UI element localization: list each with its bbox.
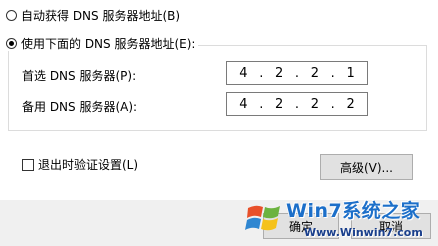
alternate-dns-octet-1: 4 bbox=[239, 96, 248, 112]
preferred-dns-input[interactable]: 4 . 2 . 2 . 1 bbox=[226, 61, 368, 85]
alternate-dns-octet-3: 2 bbox=[310, 96, 319, 112]
cancel-button[interactable]: 取消 bbox=[351, 213, 431, 239]
auto-dns-label: 自动获得 DNS 服务器地址(B) bbox=[21, 8, 181, 23]
preferred-dns-label: 首选 DNS 服务器(P): bbox=[22, 69, 137, 83]
octet-separator: . bbox=[259, 65, 264, 81]
alternate-dns-label: 备用 DNS 服务器(A): bbox=[22, 100, 138, 114]
auto-dns-radio[interactable] bbox=[6, 9, 17, 21]
ok-button[interactable]: 确定 bbox=[263, 213, 339, 239]
advanced-button[interactable]: 高级(V)... bbox=[320, 154, 413, 180]
validate-on-exit-option[interactable]: 退出时验证设置(L) bbox=[22, 156, 138, 173]
octet-separator: . bbox=[294, 96, 300, 112]
alternate-dns-octet-2: 2 bbox=[274, 96, 284, 112]
validate-on-exit-checkbox[interactable] bbox=[22, 158, 34, 171]
preferred-dns-octet-3: 2 bbox=[310, 65, 319, 81]
preferred-dns-octet-1: 4 bbox=[239, 65, 248, 81]
manual-dns-group bbox=[8, 45, 427, 131]
manual-dns-label: 使用下面的 DNS 服务器地址(E): bbox=[21, 36, 196, 51]
alternate-dns-octet-4: 2 bbox=[346, 96, 355, 112]
octet-separator: . bbox=[294, 65, 300, 81]
manual-dns-option[interactable]: 使用下面的 DNS 服务器地址(E): bbox=[6, 35, 199, 51]
auto-dns-option[interactable]: 自动获得 DNS 服务器地址(B) bbox=[6, 7, 180, 23]
octet-separator: . bbox=[330, 96, 335, 112]
preferred-dns-octet-4: 1 bbox=[346, 65, 355, 81]
octet-separator: . bbox=[259, 96, 264, 112]
alternate-dns-input[interactable]: 4 . 2 . 2 . 2 bbox=[226, 92, 368, 116]
preferred-dns-octet-2: 2 bbox=[274, 65, 284, 81]
validate-on-exit-label: 退出时验证设置(L) bbox=[38, 158, 139, 172]
octet-separator: . bbox=[330, 65, 335, 81]
manual-dns-radio[interactable] bbox=[6, 37, 17, 49]
